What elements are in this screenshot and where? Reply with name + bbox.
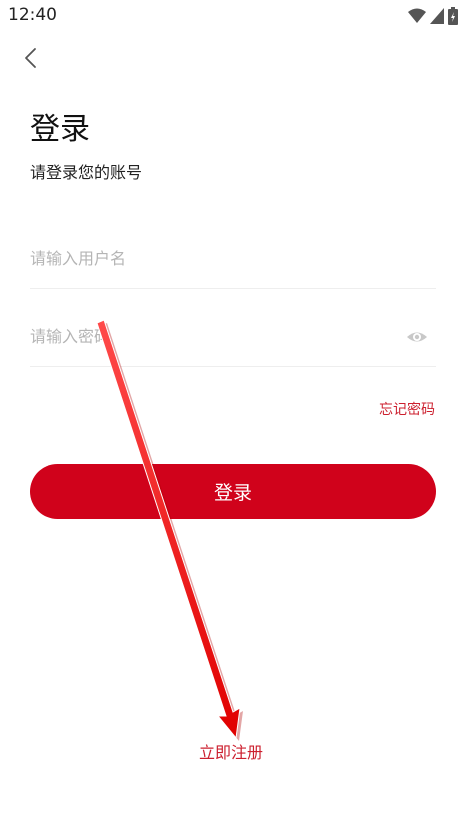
back-button[interactable] (16, 44, 44, 72)
page-title: 登录 (30, 112, 90, 147)
page-subtitle: 请登录您的账号 (30, 163, 143, 182)
status-time: 12:40 (8, 5, 57, 25)
register-link[interactable]: 立即注册 (199, 739, 263, 763)
status-bar: 12:40 (0, 0, 466, 32)
cell-signal-icon (430, 8, 444, 24)
username-input[interactable] (30, 238, 370, 278)
login-screen: 12:40 登录 请登录您的账号 请输入用户名 忘记密码 登录 立即注册 (0, 0, 466, 830)
status-icons (408, 7, 458, 25)
password-input[interactable] (30, 316, 370, 356)
login-button[interactable]: 登录 (30, 464, 436, 519)
eye-icon[interactable] (406, 326, 428, 348)
wifi-icon (408, 8, 426, 23)
forgot-password-link[interactable]: 忘记密码 (379, 399, 435, 419)
chevron-left-icon (25, 48, 36, 68)
password-field-wrapper (30, 316, 436, 367)
username-field-wrapper (30, 238, 436, 289)
battery-icon (448, 7, 458, 25)
